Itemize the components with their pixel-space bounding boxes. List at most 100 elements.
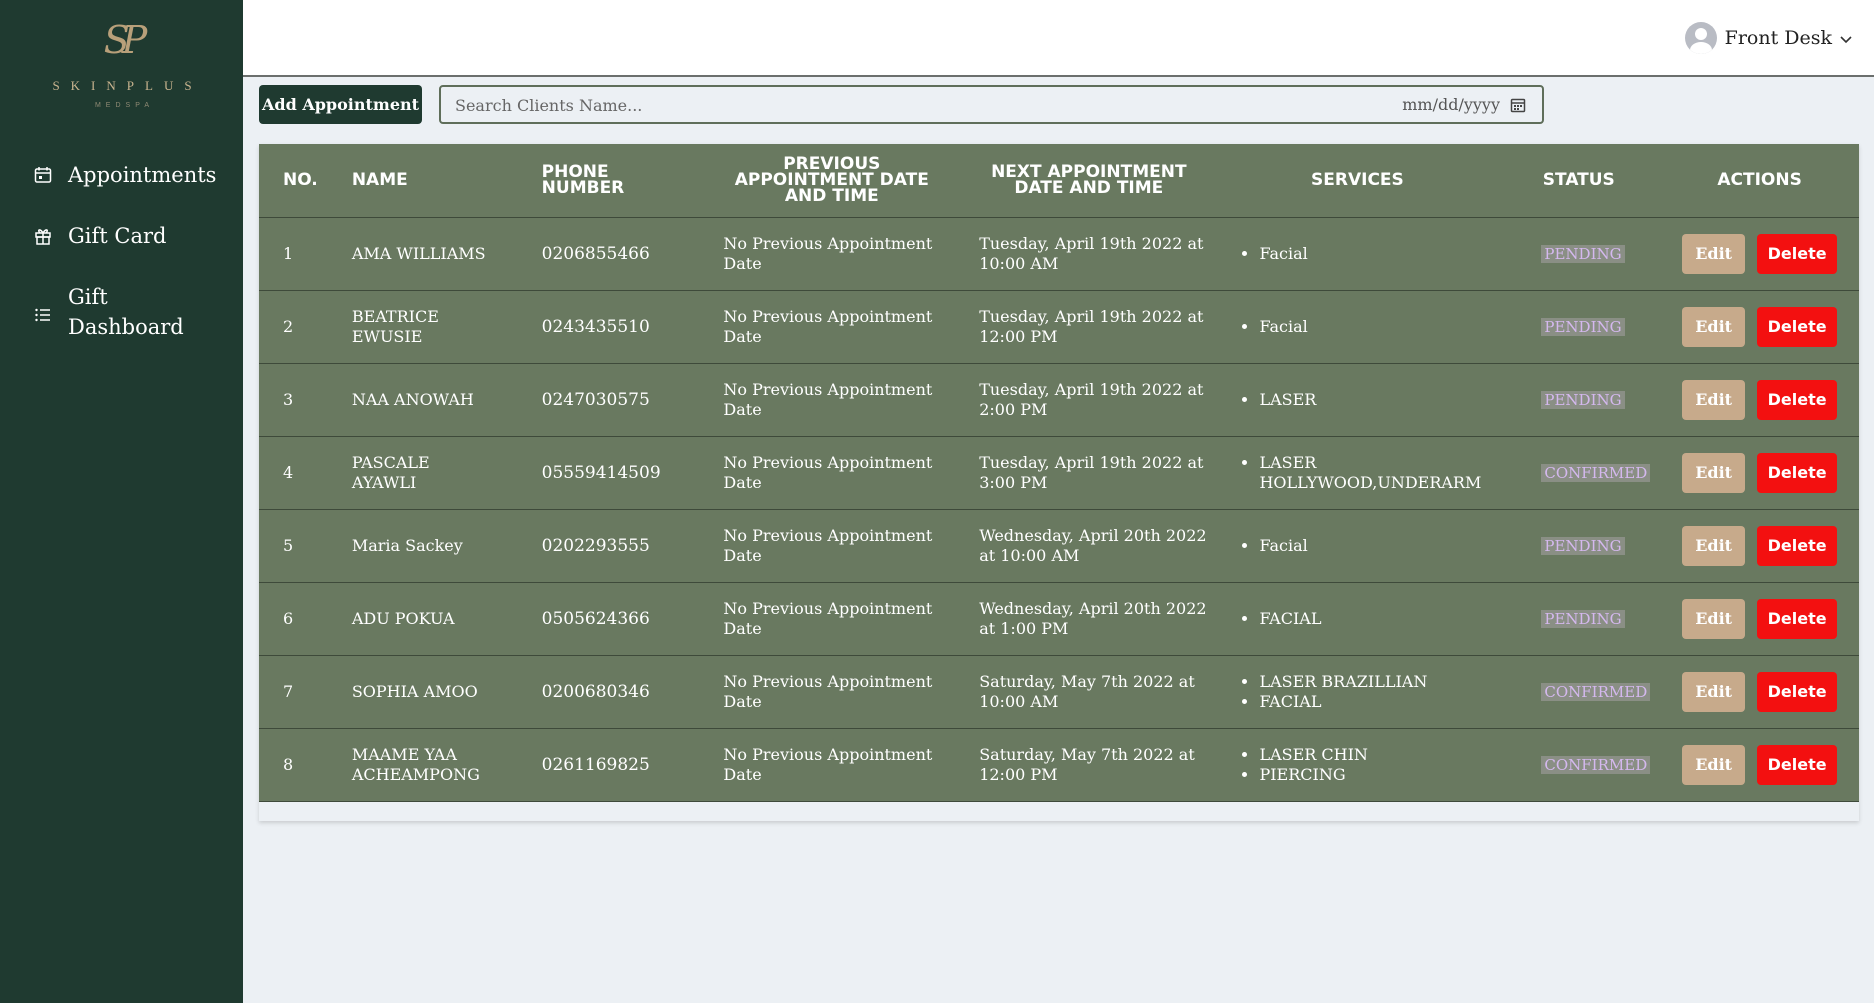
user-menu[interactable]: Front Desk [1684,22,1852,54]
delete-button[interactable]: Delete [1757,744,1838,785]
cell-no: 2 [283,316,294,336]
cell-name: NAA ANOWAH [351,389,474,409]
cell-previous-date: No Previous Appointment Date [723,598,933,638]
column-header-services: SERVICES [1217,144,1498,218]
delete-button[interactable]: Delete [1757,452,1838,493]
delete-button[interactable]: Delete [1757,598,1838,639]
table-row: 1 AMA WILLIAMS 0206855466 No Previous Ap… [259,217,1859,290]
service-item: FACIAL [1259,692,1487,712]
service-item: LASER BRAZILLIAN [1259,672,1487,692]
column-header-actions: ACTIONS [1660,144,1859,218]
cell-no: 1 [283,243,294,263]
services-list: LASER CHINPIERCING [1239,745,1487,785]
cell-status: PENDING [1497,290,1660,363]
cell-actions: Edit Delete [1660,655,1859,728]
edit-button[interactable]: Edit [1682,379,1746,420]
row-actions: Edit Delete [1670,671,1849,712]
cell-phone: 0206855466 [541,243,650,264]
cell-services: LASER HOLLYWOOD,UNDERARM [1217,436,1497,509]
edit-button[interactable]: Edit [1682,671,1746,712]
cell-next-date: Tuesday, April 19th 2022 at 3:00 PM [979,452,1204,492]
edit-button[interactable]: Edit [1682,306,1746,347]
chevron-down-icon [1840,27,1852,49]
cell-actions: Edit Delete [1660,217,1859,290]
row-actions: Edit Delete [1670,744,1849,785]
calendar-picker-icon[interactable] [1510,97,1526,113]
cell-no: 8 [283,754,294,774]
table-row: 6 ADU POKUA 0505624366 No Previous Appoi… [259,582,1859,655]
logo-mark: SP [103,18,148,62]
status-badge: CONFIRMED [1541,682,1651,701]
cell-actions: Edit Delete [1660,509,1859,582]
cell-services: Facial [1217,217,1497,290]
cell-services: Facial [1217,290,1497,363]
cell-name: MAAME YAA ACHEAMPONG [351,744,480,784]
cell-previous-date: No Previous Appointment Date [723,233,933,273]
services-list: Facial [1239,536,1487,556]
sidebar-item-appointments[interactable]: Appointments [32,160,217,190]
edit-button[interactable]: Edit [1682,452,1746,493]
edit-button[interactable]: Edit [1682,598,1746,639]
brand-logo[interactable]: SP SKINPLUS MEDSPA [0,18,243,109]
sidebar-item-label: Appointments [68,163,217,187]
sidebar: SP SKINPLUS MEDSPA Appointments Gift Car… [0,0,243,1003]
delete-button[interactable]: Delete [1757,379,1838,420]
list-icon [32,304,54,326]
status-badge: PENDING [1541,390,1625,409]
delete-button[interactable]: Delete [1757,671,1838,712]
status-badge: PENDING [1541,609,1625,628]
edit-button[interactable]: Edit [1682,525,1746,566]
date-input[interactable]: mm/dd/yyyy [1402,95,1500,114]
service-item: PIERCING [1259,765,1487,785]
cell-status: CONFIRMED [1497,655,1660,728]
cell-phone: 05559414509 [541,462,661,483]
sidebar-item-label: Gift Dashboard [68,285,184,339]
row-actions: Edit Delete [1670,525,1849,566]
column-header-name: NAME [341,144,532,218]
column-header-no: NO. [259,144,342,218]
cell-previous-date: No Previous Appointment Date [723,744,933,784]
appointments-table: NO. NAME PHONE NUMBER PREVIOUS APPOINTME… [259,144,1859,802]
cell-name: BEATRICE EWUSIE [351,306,439,346]
cell-actions: Edit Delete [1660,290,1859,363]
delete-button[interactable]: Delete [1757,525,1838,566]
cell-no: 5 [283,535,294,555]
sidebar-item-gift-card[interactable]: Gift Card [32,221,208,251]
table-row: 5 Maria Sackey 0202293555 No Previous Ap… [259,509,1859,582]
row-actions: Edit Delete [1670,452,1849,493]
cell-phone: 0261169825 [541,754,650,775]
cell-previous-date: No Previous Appointment Date [723,379,933,419]
cell-phone: 0243435510 [541,316,650,337]
cell-actions: Edit Delete [1660,363,1859,436]
service-item: LASER CHIN [1259,745,1487,765]
table-row: 4 PASCALE AYAWLI 05559414509 No Previous… [259,436,1859,509]
row-actions: Edit Delete [1670,306,1849,347]
cell-actions: Edit Delete [1660,728,1859,801]
cell-services: LASER BRAZILLIANFACIAL [1217,655,1497,728]
cell-name: SOPHIA AMOO [351,681,478,701]
search-input[interactable] [455,94,1355,116]
cell-no: 6 [283,608,294,628]
search-bar: mm/dd/yyyy [439,85,1544,124]
status-badge: CONFIRMED [1541,755,1651,774]
cell-name: PASCALE AYAWLI [351,452,430,492]
delete-button[interactable]: Delete [1757,233,1838,274]
cell-name: AMA WILLIAMS [351,243,486,263]
edit-button[interactable]: Edit [1682,233,1746,274]
services-list: LASER [1239,390,1487,410]
gift-icon [32,225,54,247]
cell-status: PENDING [1497,363,1660,436]
cell-no: 3 [283,389,294,409]
cell-next-date: Saturday, May 7th 2022 at 12:00 PM [979,744,1195,784]
add-appointment-button[interactable]: Add Appointment [259,85,422,124]
sidebar-item-label: Gift Card [68,224,167,248]
edit-button[interactable]: Edit [1682,744,1746,785]
cell-next-date: Tuesday, April 19th 2022 at 10:00 AM [979,233,1204,273]
cell-services: LASER CHINPIERCING [1217,728,1497,801]
status-badge: CONFIRMED [1541,463,1651,482]
service-item: LASER HOLLYWOOD,UNDERARM [1259,453,1487,493]
cell-services: FACIAL [1217,582,1497,655]
table-row: 2 BEATRICE EWUSIE 0243435510 No Previous… [259,290,1859,363]
delete-button[interactable]: Delete [1757,306,1838,347]
sidebar-item-gift-dashboard[interactable]: Gift Dashboard [32,282,208,342]
